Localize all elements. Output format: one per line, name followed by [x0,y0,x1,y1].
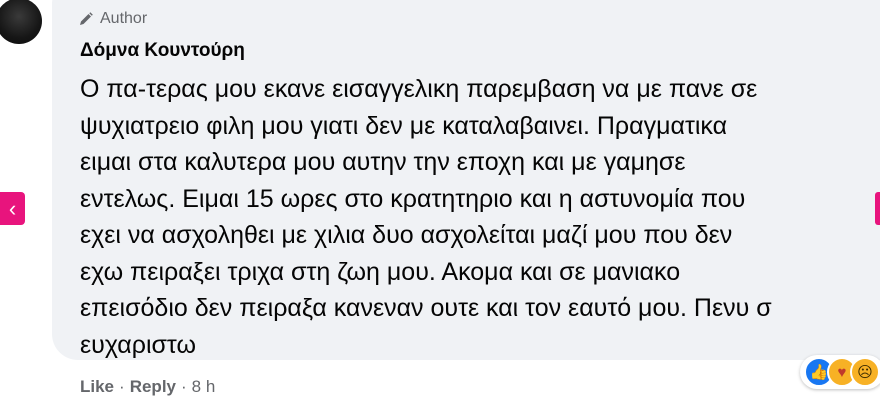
author-name[interactable]: Δόμνα Κουντούρη [80,40,245,62]
comment-screenshot: Author Δόμνα Κουντούρη Ο πα-τερας μου εκ… [0,0,880,409]
author-badge-label: Author [100,10,148,27]
reactions-summary[interactable]: 👍 ♥ ☹ [800,355,880,389]
previous-arrow-button[interactable]: ‹ [0,192,25,225]
comment-text: Ο πα-τερας μου εκανε εισαγγελικη παρεμβα… [80,71,880,363]
separator: · [181,377,187,396]
comment-text-line: ψυχιατρειο φιλη μου γιατι δεν με καταλαβ… [80,111,728,140]
separator: · [119,377,125,396]
comment-text-line: εχω πειραξει τριχα στη ζωη μου. Ακομα κα… [80,257,681,286]
like-button[interactable]: Like [80,377,114,397]
avatar[interactable] [0,0,42,44]
comment-text-line: ειμαι στα καλυτερα μου αυτην την εποχη κ… [80,148,686,176]
sad-icon: ☹ [850,357,880,387]
comment-text-line: Ο πα-τερας μου εκανε εισαγγελικη παρεμβα… [80,75,758,103]
comment-text-line: επεισόδιο δεν πειραξα κανεναν ουτε και τ… [80,294,772,322]
comment-text-line: εχει να ασχοληθει με χιλια δυο ασχολείτα… [80,221,733,249]
comment-actions: Like · Reply · 8 h [80,375,215,399]
comment-text-line: εντελως. Ειμαι 15 ωρες στο κρατητηριο κα… [80,184,746,213]
reply-button[interactable]: Reply [130,377,176,397]
author-badge: Author [78,8,147,30]
next-arrow-button[interactable] [875,192,880,225]
timestamp[interactable]: 8 h [192,377,216,397]
pencil-icon [78,11,94,27]
comment-text-line: ευχαριστω [80,330,196,359]
chevron-left-icon: ‹ [8,195,17,221]
